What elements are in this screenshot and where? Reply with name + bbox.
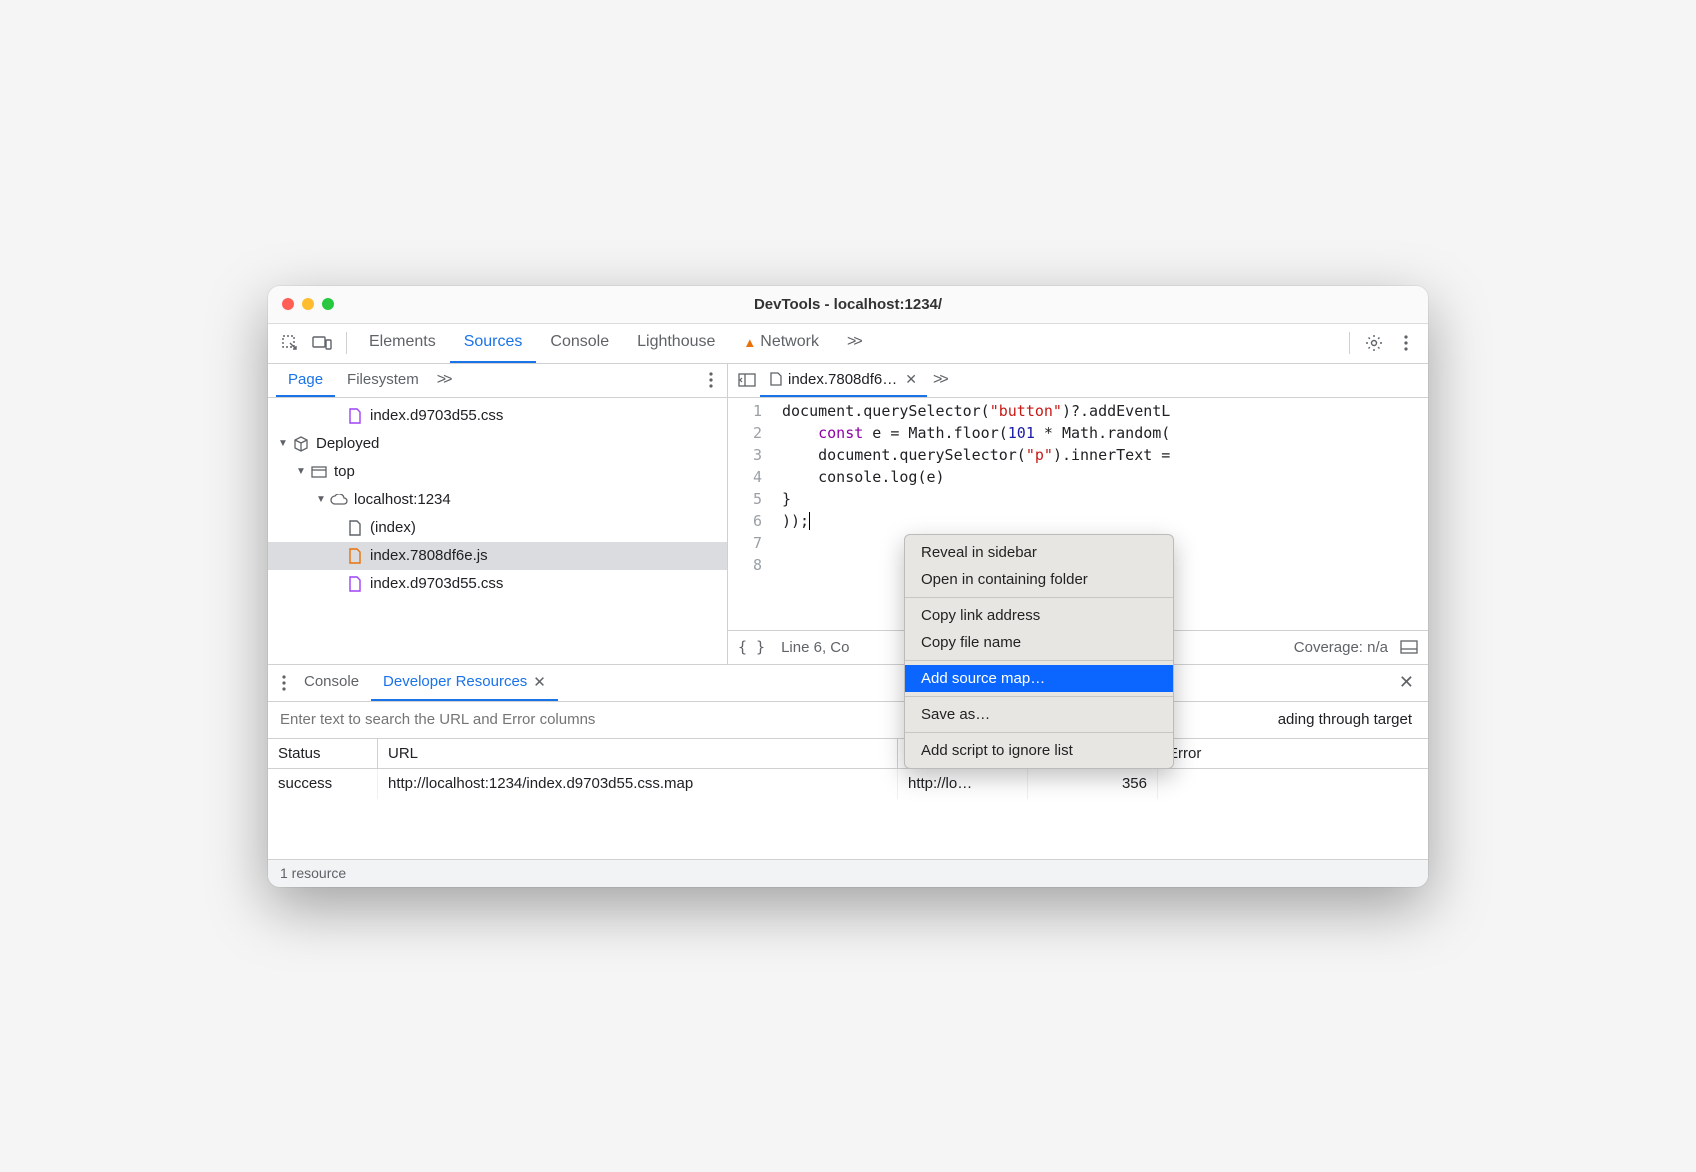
cell-c3: http://lo…: [898, 769, 1028, 799]
ctx-add-source-map[interactable]: Add source map…: [905, 665, 1173, 692]
drawer-footer: 1 resource: [268, 859, 1428, 887]
traffic-lights: [268, 298, 334, 310]
th-status[interactable]: Status: [268, 739, 378, 768]
maximize-window-button[interactable]: [322, 298, 334, 310]
tree-label: Deployed: [316, 435, 379, 452]
tree-item-css[interactable]: index.d9703d55.css: [268, 570, 727, 598]
cursor-position: Line 6, Co: [781, 639, 849, 656]
file-icon: [770, 372, 782, 386]
drawer-tab-console[interactable]: Console: [292, 665, 371, 701]
drawer-tab-devresources[interactable]: Developer Resources ✕: [371, 665, 558, 701]
subtab-page[interactable]: Page: [276, 364, 335, 397]
subtab-filesystem[interactable]: Filesystem: [335, 364, 431, 397]
tree-item-top[interactable]: ▼ top: [268, 458, 727, 486]
panel-tabs-bar: Elements Sources Console Lighthouse Netw…: [355, 324, 874, 363]
collapse-icon[interactable]: [1400, 640, 1418, 654]
drawer-kebab-icon[interactable]: [276, 675, 292, 691]
ctx-separator: [905, 660, 1173, 661]
expand-icon: ▼: [296, 466, 308, 477]
th-error[interactable]: Error: [1158, 739, 1428, 768]
frame-icon: [310, 463, 328, 481]
ctx-copy-link[interactable]: Copy link address: [905, 602, 1173, 629]
tab-elements[interactable]: Elements: [355, 324, 450, 363]
context-menu: Reveal in sidebar Open in containing fol…: [904, 534, 1174, 769]
file-tree: index.d9703d55.css ▼ Deployed ▼ top ▼ lo…: [268, 398, 727, 664]
loading-label: ading through target: [1262, 711, 1428, 728]
inspect-icon[interactable]: [276, 329, 304, 357]
tree-label: index.d9703d55.css: [370, 407, 503, 424]
cube-icon: [292, 435, 310, 453]
minimize-window-button[interactable]: [302, 298, 314, 310]
cell-status: success: [268, 769, 378, 799]
tree-label: localhost:1234: [354, 491, 451, 508]
table-header: Status URL Error: [268, 739, 1428, 769]
ctx-save-as[interactable]: Save as…: [905, 701, 1173, 728]
device-toggle-icon[interactable]: [308, 329, 336, 357]
search-row: ading through target: [268, 701, 1428, 739]
th-url[interactable]: URL: [378, 739, 898, 768]
expand-icon: ▼: [278, 438, 290, 449]
tree-label: top: [334, 463, 355, 480]
file-css-icon: [346, 575, 364, 593]
pretty-print-icon[interactable]: { }: [738, 638, 765, 656]
drawer-tabs: Console Developer Resources ✕ ✕: [268, 665, 1428, 701]
ctx-reveal-sidebar[interactable]: Reveal in sidebar: [905, 539, 1173, 566]
tree-item-localhost[interactable]: ▼ localhost:1234: [268, 486, 727, 514]
file-js-icon: [346, 547, 364, 565]
ctx-ignore-list[interactable]: Add script to ignore list: [905, 737, 1173, 764]
ctx-open-folder[interactable]: Open in containing folder: [905, 566, 1173, 593]
subtabs-overflow-icon[interactable]: >>: [431, 371, 456, 389]
main-toolbar: Elements Sources Console Lighthouse Netw…: [268, 324, 1428, 364]
tab-network[interactable]: Network: [729, 324, 833, 363]
cell-c4: 356: [1028, 769, 1158, 799]
navigator-panel: Page Filesystem >> index.d9703d55.css ▼ …: [268, 364, 728, 664]
file-icon: [346, 519, 364, 537]
tab-sources[interactable]: Sources: [450, 324, 537, 363]
window-title: DevTools - localhost:1234/: [268, 296, 1428, 313]
cell-url: http://localhost:1234/index.d9703d55.css…: [378, 769, 898, 799]
cell-error: [1158, 769, 1428, 799]
expand-icon: ▼: [316, 494, 328, 505]
editor-tabs: index.7808df6… ✕ >>: [728, 364, 1428, 398]
devtools-window: DevTools - localhost:1234/ Elements Sour…: [268, 286, 1428, 887]
navigator-kebab-icon[interactable]: [703, 372, 719, 388]
tabs-overflow-icon[interactable]: >>: [833, 324, 874, 363]
drawer-close-icon[interactable]: ✕: [1393, 672, 1420, 693]
separator: [346, 332, 347, 354]
tree-item-deployed[interactable]: ▼ Deployed: [268, 430, 727, 458]
kebab-menu-icon[interactable]: [1392, 329, 1420, 357]
titlebar: DevTools - localhost:1234/: [268, 286, 1428, 324]
file-tabs-overflow-icon[interactable]: >>: [927, 371, 952, 389]
tree-label: (index): [370, 519, 416, 536]
close-tab-icon[interactable]: ✕: [533, 673, 546, 691]
ctx-separator: [905, 732, 1173, 733]
tree-item-index[interactable]: (index): [268, 514, 727, 542]
tree-label: index.7808df6e.js: [370, 547, 488, 564]
file-css-icon: [346, 407, 364, 425]
separator: [1349, 332, 1350, 354]
resource-count: 1 resource: [280, 865, 346, 881]
coverage-label: Coverage: n/a: [1294, 639, 1388, 656]
tree-item-js[interactable]: index.7808df6e.js: [268, 542, 727, 570]
toggle-navigator-icon[interactable]: [736, 369, 758, 391]
file-tab[interactable]: index.7808df6… ✕: [760, 364, 927, 397]
navigator-subtabs: Page Filesystem >>: [268, 364, 727, 398]
drawer-panel: Console Developer Resources ✕ ✕ ading th…: [268, 664, 1428, 887]
ctx-separator: [905, 597, 1173, 598]
close-tab-icon[interactable]: ✕: [905, 371, 917, 388]
close-window-button[interactable]: [282, 298, 294, 310]
tree-item-css[interactable]: index.d9703d55.css: [268, 402, 727, 430]
tab-console[interactable]: Console: [536, 324, 623, 363]
tab-lighthouse[interactable]: Lighthouse: [623, 324, 729, 363]
tree-label: index.d9703d55.css: [370, 575, 503, 592]
ctx-copy-filename[interactable]: Copy file name: [905, 629, 1173, 656]
table-body: success http://localhost:1234/index.d970…: [268, 769, 1428, 859]
main-pane: Page Filesystem >> index.d9703d55.css ▼ …: [268, 364, 1428, 664]
line-gutter: 1 2 3 4 5 6 7 8: [728, 398, 772, 630]
ctx-separator: [905, 696, 1173, 697]
cloud-icon: [330, 491, 348, 509]
table-row[interactable]: success http://localhost:1234/index.d970…: [268, 769, 1428, 799]
file-tab-label: index.7808df6…: [788, 371, 897, 388]
settings-icon[interactable]: [1360, 329, 1388, 357]
